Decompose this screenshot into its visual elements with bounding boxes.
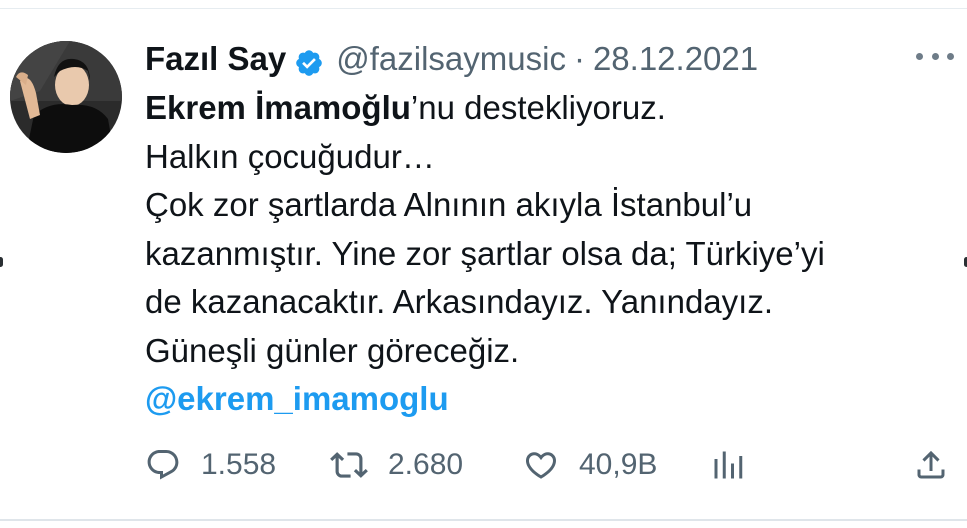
reply-button[interactable]: 1.558 — [145, 440, 276, 490]
avatar[interactable] — [10, 41, 122, 153]
tweet-line-3: Çok zor şartlarda Alnının akıyla İstanbu… — [145, 186, 753, 223]
more-dot — [931, 52, 939, 60]
tweet-line-1-rest: ’nu destekliyoruz. — [410, 89, 666, 126]
reply-count: 1.558 — [201, 448, 277, 481]
tweet-line-1: Ekrem İmamoğlu’nu destekliyoruz. — [145, 84, 945, 133]
reply-icon — [147, 450, 179, 480]
tweet-date[interactable]: 28.12.2021 — [593, 36, 758, 82]
share-button[interactable] — [913, 440, 949, 490]
tweet-text: Ekrem İmamoğlu’nu destekliyoruz. Halkın … — [145, 84, 945, 424]
tweet-actions: 1.558 2.680 40,9B — [145, 440, 955, 490]
tweet-line-6: Güneşli günler göreceğiz. — [145, 331, 520, 369]
tweet-header: Fazıl Say @fazilsaymusic · 28.12.2021 — [145, 36, 758, 82]
header-separator: · — [573, 40, 585, 77]
more-dot — [916, 52, 923, 60]
tweet-line-5: de kazanacaktır. Arkasındayız. Yanındayı… — [145, 283, 773, 320]
like-button[interactable]: 40,9B — [523, 440, 657, 490]
top-divider — [0, 8, 967, 9]
heart-icon — [525, 452, 557, 479]
bottom-divider — [0, 519, 967, 521]
more-icon[interactable] — [916, 46, 954, 66]
author-name[interactable]: Fazıl Say — [145, 36, 286, 82]
like-count: 40,9B — [579, 448, 658, 481]
retweet-count: 2.680 — [388, 448, 464, 481]
retweet-icon — [330, 452, 368, 478]
left-edge-marker — [0, 257, 3, 267]
avatar-photo — [10, 41, 122, 153]
mention-link[interactable]: @ekrem_imamoglu — [145, 375, 945, 424]
tweet-bold-name: Ekrem İmamoğlu — [145, 89, 411, 126]
tweet-line-2: Halkın çocuğudur… — [145, 137, 435, 175]
share-icon — [917, 450, 945, 479]
retweet-button[interactable]: 2.680 — [330, 440, 463, 490]
analytics-button[interactable] — [710, 440, 746, 490]
more-dot — [947, 52, 954, 60]
analytics-icon — [714, 451, 743, 479]
tweet-line-4: kazanmıştır. Yine zor şartlar olsa da; T… — [145, 234, 825, 272]
author-handle[interactable]: @fazilsaymusic — [336, 36, 566, 82]
verified-badge-icon — [294, 44, 324, 76]
